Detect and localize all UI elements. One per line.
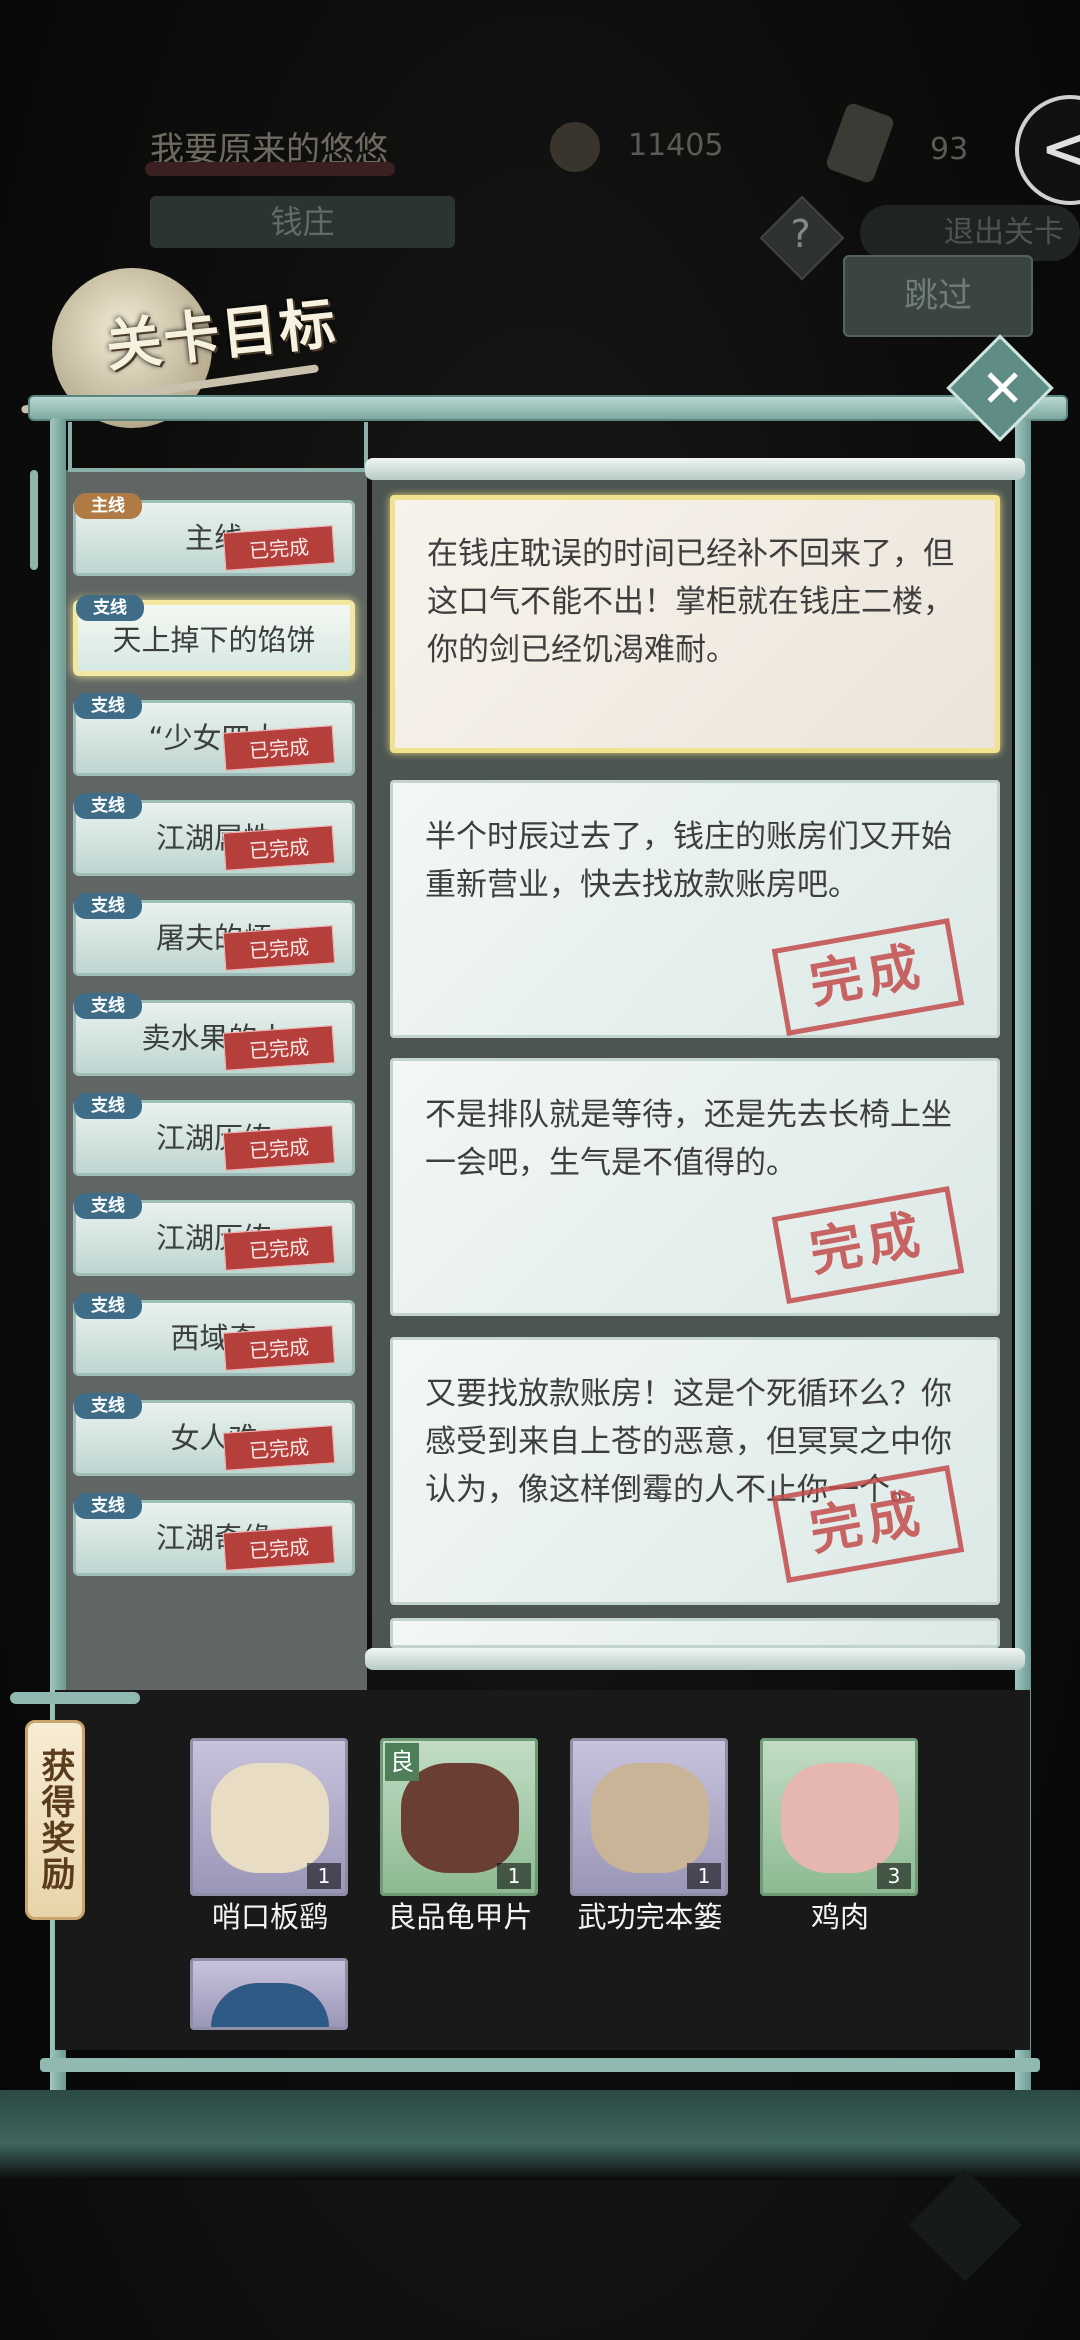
chevron-left-icon: < [1041, 117, 1080, 180]
complete-stamp: 完成 [771, 918, 965, 1036]
quality-badge: 良 [385, 1743, 419, 1781]
reward-item-name: 哨口板鹞 [211, 1900, 328, 1934]
quest-tab[interactable]: 支线 江湖奇缘 已完成 [73, 1493, 355, 1576]
item-count: 1 [497, 1863, 531, 1889]
item-image [211, 1763, 329, 1873]
item-count: 1 [687, 1863, 721, 1889]
objective-card: 半个时辰过去了，钱庄的账房们又开始重新营业，快去找放款账房吧。完成 [390, 780, 1000, 1038]
item-image [781, 1763, 899, 1873]
frame-top-beam [28, 395, 1068, 421]
tassel-decoration [30, 470, 38, 570]
completed-badge: 已完成 [222, 825, 336, 871]
scroll-rod-bottom [365, 1648, 1025, 1670]
objective-card: 又要找放款账房！这是个死循环么？你感受到来自上苍的恶意，但冥冥之中你认为，像这样… [390, 1337, 1000, 1605]
reward-item[interactable] [190, 1958, 348, 2030]
completed-badge: 已完成 [222, 1025, 336, 1071]
quest-tab[interactable]: 支线 西域奇 已完成 [73, 1293, 355, 1376]
coin-count: 11405 [628, 128, 724, 163]
objective-text: 半个时辰过去了，钱庄的账房们又开始重新营业，快去找放款账房吧。 [425, 819, 952, 903]
quest-tab[interactable]: 支线 “少女四大 已完成 [73, 693, 355, 776]
objective-card: 在钱庄耽误的时间已经补不回来了，但这口气不能不出！掌柜就在钱庄二楼，你的剑已经饥… [390, 495, 1000, 753]
objective-text: 不是排队就是等待，还是先去长椅上坐一会吧，生气是不值得的。 [425, 1097, 952, 1181]
quest-tab[interactable]: 支线 江湖属性 已完成 [73, 793, 355, 876]
quest-tab[interactable]: 支线 女人难 已完成 [73, 1393, 355, 1476]
quest-tab[interactable]: 支线 江湖历练 已完成 [73, 1193, 355, 1276]
completed-badge: 已完成 [222, 725, 336, 771]
reward-item-name: 武功完本篓 [577, 1900, 723, 1934]
completed-badge: 已完成 [222, 1325, 336, 1371]
reward-hook-decoration [10, 1692, 140, 1704]
frame-bottom-beam [40, 2058, 1040, 2072]
close-icon: ✕ [980, 359, 1025, 420]
game-screen: 我要原来的悠悠 钱庄 11405 93 < ? 退出关卡 跳过 关卡目标 ✕ 主… [0, 0, 1080, 2340]
item-image [211, 1983, 329, 2027]
reward-item[interactable]: 1 [190, 1738, 348, 1896]
complete-stamp: 完成 [771, 1186, 965, 1304]
reward-item[interactable]: 良1 [380, 1738, 538, 1896]
reward-item[interactable]: 3 [760, 1738, 918, 1896]
coin-icon [550, 122, 600, 172]
scroll-rod-top [365, 458, 1025, 480]
objective-card-partial [390, 1618, 1000, 1648]
exit-level-button[interactable]: 退出关卡 [860, 205, 1080, 261]
stamina-count: 93 [930, 132, 969, 167]
completed-badge: 已完成 [222, 925, 336, 971]
reward-item[interactable]: 1 [570, 1738, 728, 1896]
quest-tab[interactable]: 主线 主线 已完成 [73, 493, 355, 576]
item-image [591, 1763, 709, 1873]
quest-tab[interactable]: 支线 屠夫的烦 已完成 [73, 893, 355, 976]
completed-badge: 已完成 [222, 1525, 336, 1571]
mist-decoration [0, 2090, 1080, 2180]
quest-tab-name: 天上掉下的馅饼 [112, 623, 316, 657]
corner-ornament [908, 2168, 1022, 2282]
health-bar [145, 162, 395, 176]
reward-label: 获得奖励 [25, 1720, 85, 1920]
objective-text: 在钱庄耽误的时间已经补不回来了，但这口气不能不出！掌柜就在钱庄二楼，你的剑已经饥… [427, 536, 954, 668]
completed-badge: 已完成 [222, 525, 336, 571]
question-icon: ? [790, 211, 811, 256]
reward-item-name: 鸡肉 [810, 1900, 869, 1934]
completed-badge: 已完成 [222, 1425, 336, 1471]
completed-badge: 已完成 [222, 1225, 336, 1271]
reward-item-name: 良品龟甲片 [387, 1900, 533, 1934]
item-count: 3 [877, 1863, 911, 1889]
completed-badge: 已完成 [222, 1125, 336, 1171]
quest-tab[interactable]: 支线 江湖历练 已完成 [73, 1093, 355, 1176]
skip-button[interactable]: 跳过 [843, 255, 1033, 337]
quest-tab[interactable]: 支线 天上掉下的馅饼 [73, 595, 355, 676]
quest-tab[interactable]: 支线 卖水果的小 已完成 [73, 993, 355, 1076]
objective-card: 不是排队就是等待，还是先去长椅上坐一会吧，生气是不值得的。 完成 [390, 1058, 1000, 1316]
lattice-decoration [68, 422, 368, 472]
location-tag: 钱庄 [150, 196, 455, 248]
item-count: 1 [307, 1863, 341, 1889]
